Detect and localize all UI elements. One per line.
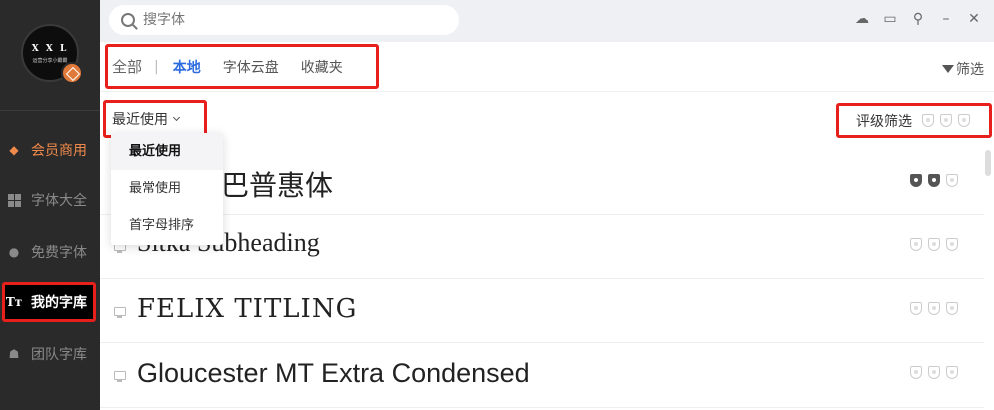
chevron-down-icon <box>172 113 181 121</box>
diamond-icon: ◆ <box>9 143 19 157</box>
sort-option-recent[interactable]: 最近使用 <box>111 133 223 170</box>
rating-shield-icon[interactable] <box>958 114 970 127</box>
rating-filter[interactable]: 评级筛选 <box>836 103 992 138</box>
rating-shield-icon[interactable] <box>910 302 922 315</box>
vip-badge-icon <box>61 62 83 84</box>
rating-shield-icon[interactable] <box>928 174 940 187</box>
rating-shield-icon[interactable] <box>928 366 940 379</box>
sidebar-item-label: 免费字体 <box>31 245 87 261</box>
window-controls: ☁ ▭ ⚲ – ✕ <box>854 10 982 28</box>
local-font-icon <box>114 307 126 318</box>
search-input[interactable] <box>143 12 443 28</box>
rating-shield-icon[interactable] <box>946 238 958 251</box>
font-rating <box>910 302 964 315</box>
avatar-text: X X L <box>31 44 69 54</box>
sidebar-item-all-fonts[interactable]: 字体大全 <box>0 180 100 220</box>
minimize-icon[interactable]: – <box>938 10 954 28</box>
rating-shield-icon[interactable] <box>928 302 940 315</box>
free-badge-icon: ● <box>8 245 20 259</box>
cloud-upload-icon[interactable]: ☁ <box>854 10 870 28</box>
sidebar-item-label: 字体大全 <box>31 193 87 209</box>
sort-selected-label: 最近使用 <box>112 112 168 128</box>
rating-shield-icon[interactable] <box>910 238 922 251</box>
sort-dropdown: 最近使用 最常使用 首字母排序 <box>111 133 223 245</box>
sidebar-divider <box>0 110 100 111</box>
tabs-row: 全部 | 本地 字体云盘 收藏夹 筛选 <box>100 42 994 92</box>
font-row[interactable]: Gloucester MT Extra Condensed <box>100 344 984 408</box>
rating-shield-icon[interactable] <box>922 114 934 127</box>
sidebar-item-label: 我的字库 <box>31 295 87 311</box>
sidebar-item-label: 团队字库 <box>31 347 87 363</box>
rating-shield-icon[interactable] <box>946 366 958 379</box>
rating-filter-label: 评级筛选 <box>856 113 912 130</box>
funnel-icon <box>942 65 954 73</box>
filter-button[interactable]: 筛选 <box>942 59 984 79</box>
font-rating <box>910 174 964 187</box>
sidebar-item-label: 会员商用 <box>31 143 87 159</box>
sidebar: X X L 运营分享小霸霸 ◆ 会员商用 字体大全 ● 免费字体 Tт 我的字库… <box>0 0 100 410</box>
font-name: Gloucester MT Extra Condensed <box>137 358 530 388</box>
source-tabs: 全部 | 本地 字体云盘 收藏夹 <box>105 44 379 89</box>
rating-shield-icon[interactable] <box>940 114 952 127</box>
local-font-icon <box>114 371 126 382</box>
filter-label: 筛选 <box>956 62 984 78</box>
font-rating <box>910 238 964 251</box>
rating-shield-icon[interactable] <box>910 174 922 187</box>
scrollbar-thumb[interactable] <box>985 150 991 176</box>
pin-icon[interactable]: ⚲ <box>910 10 926 28</box>
font-row[interactable]: FELIX TITLING <box>100 280 984 343</box>
sort-option-alphabetical[interactable]: 首字母排序 <box>111 207 223 244</box>
rating-shield-icon[interactable] <box>928 238 940 251</box>
sidebar-item-vip[interactable]: ◆ 会员商用 <box>0 130 100 170</box>
font-name: FELIX TITLING <box>137 294 358 324</box>
tab-favorites[interactable]: 收藏夹 <box>301 57 343 77</box>
sidebar-item-free-fonts[interactable]: ● 免费字体 <box>0 232 100 272</box>
tab-all[interactable]: 全部 <box>112 56 142 77</box>
rating-shield-icon[interactable] <box>946 174 958 187</box>
tab-cloud[interactable]: 字体云盘 <box>223 57 279 77</box>
search-icon <box>121 13 135 27</box>
search-box[interactable] <box>109 5 459 35</box>
font-row[interactable]: Sitka Subheading <box>100 216 984 279</box>
tt-font-icon: Tт <box>5 295 23 309</box>
grid-icon <box>7 193 21 207</box>
tab-local[interactable]: 本地 <box>173 57 201 77</box>
font-rating <box>910 366 964 379</box>
message-icon[interactable]: ▭ <box>882 10 898 28</box>
rating-shield-icon[interactable] <box>910 366 922 379</box>
font-row[interactable]: 阿里巴巴普惠体 <box>100 152 984 215</box>
tab-separator: | <box>154 58 159 75</box>
sidebar-item-my-library[interactable]: Tт 我的字库 <box>2 282 96 322</box>
top-bar: ☁ ▭ ⚲ – ✕ <box>100 0 994 42</box>
sidebar-item-team-library[interactable]: ☗ 团队字库 <box>0 334 100 374</box>
rating-shield-icon[interactable] <box>946 302 958 315</box>
close-icon[interactable]: ✕ <box>966 10 982 28</box>
team-icon: ☗ <box>8 347 20 361</box>
sort-option-frequent[interactable]: 最常使用 <box>111 170 223 207</box>
